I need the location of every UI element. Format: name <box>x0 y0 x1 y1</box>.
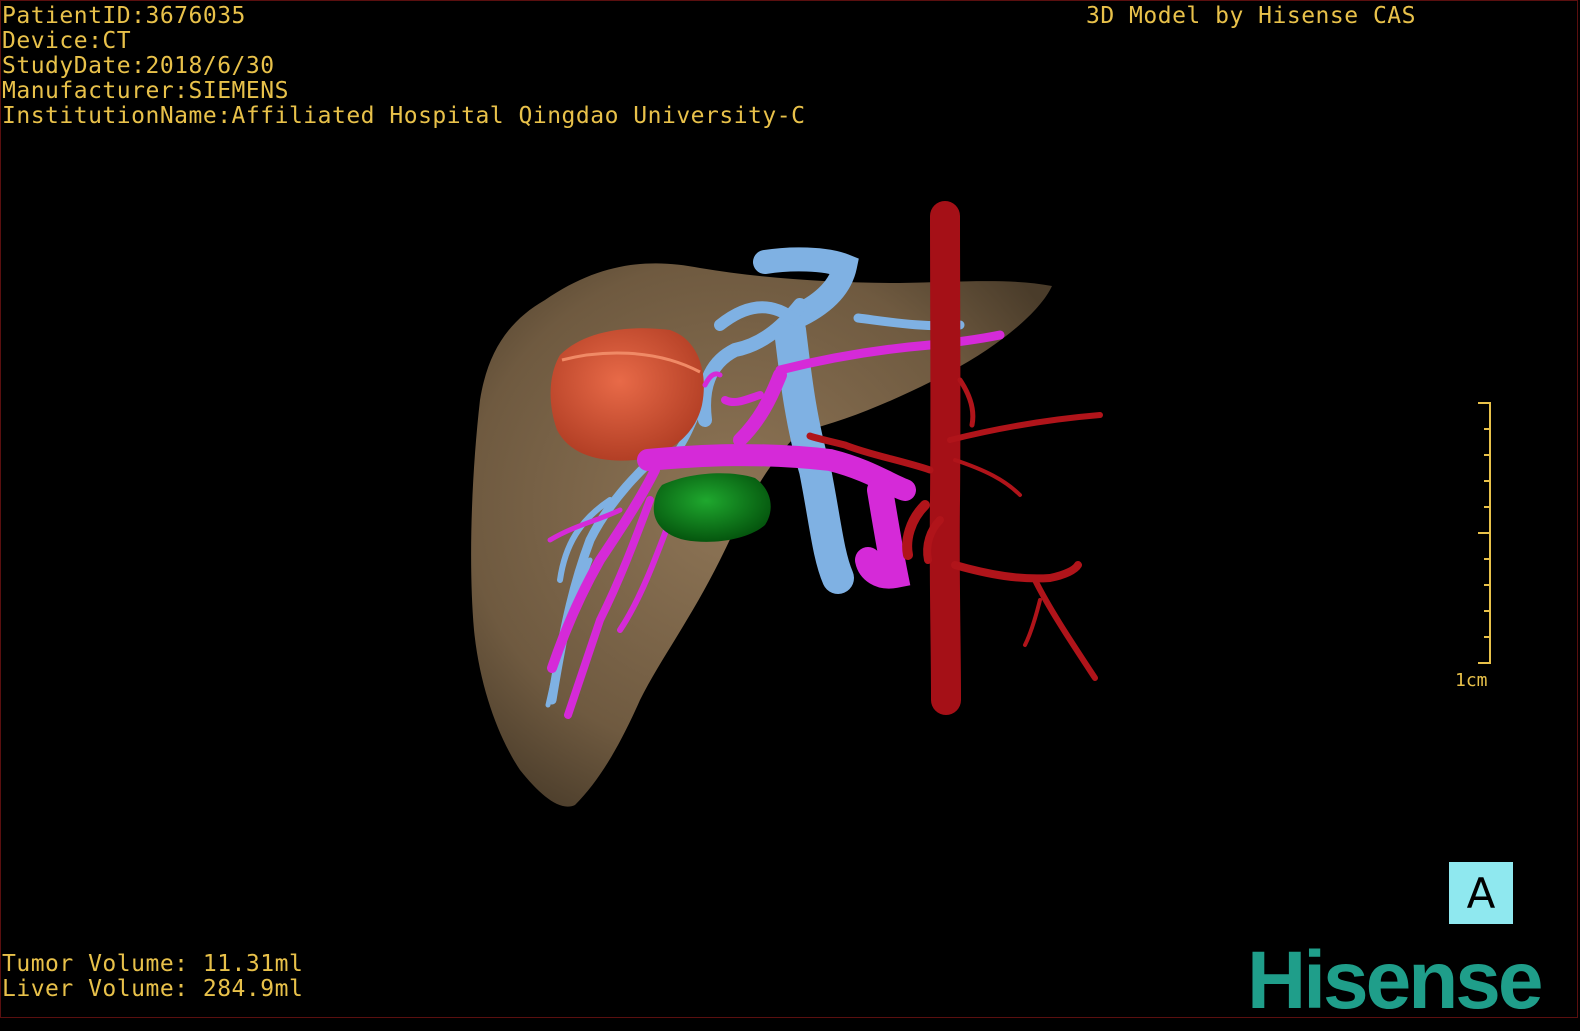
scale-bar <box>1478 402 1491 664</box>
patient-id: PatientID:3676035 <box>2 3 246 29</box>
institution-name: InstitutionName:Affiliated Hospital Qing… <box>2 103 806 129</box>
gallbladder <box>653 473 771 542</box>
brand-logo: Hisense <box>1247 935 1577 1026</box>
dicom-info-overlay: PatientID:3676035 Device:CT StudyDate:20… <box>2 4 805 129</box>
3d-viewport[interactable] <box>0 0 1580 1020</box>
brand-name: Hisense <box>1247 940 1541 1020</box>
model-credit: 3D Model by Hisense CAS <box>1086 3 1416 29</box>
orientation-indicator[interactable]: A <box>1449 862 1513 924</box>
liver-volume: Liver Volume: 284.9ml <box>2 976 304 1002</box>
manufacturer: Manufacturer:SIEMENS <box>2 78 289 104</box>
liver-3d-model[interactable] <box>0 0 1580 1020</box>
volume-info-overlay: Tumor Volume: 11.31ml Liver Volume: 284.… <box>2 952 303 1002</box>
study-date: StudyDate:2018/6/30 <box>2 53 275 79</box>
tumor-volume: Tumor Volume: 11.31ml <box>2 951 304 977</box>
device: Device:CT <box>2 28 132 54</box>
hisense-logo: Hisense <box>1247 935 1544 1026</box>
scale-label: 1cm <box>1455 670 1488 691</box>
